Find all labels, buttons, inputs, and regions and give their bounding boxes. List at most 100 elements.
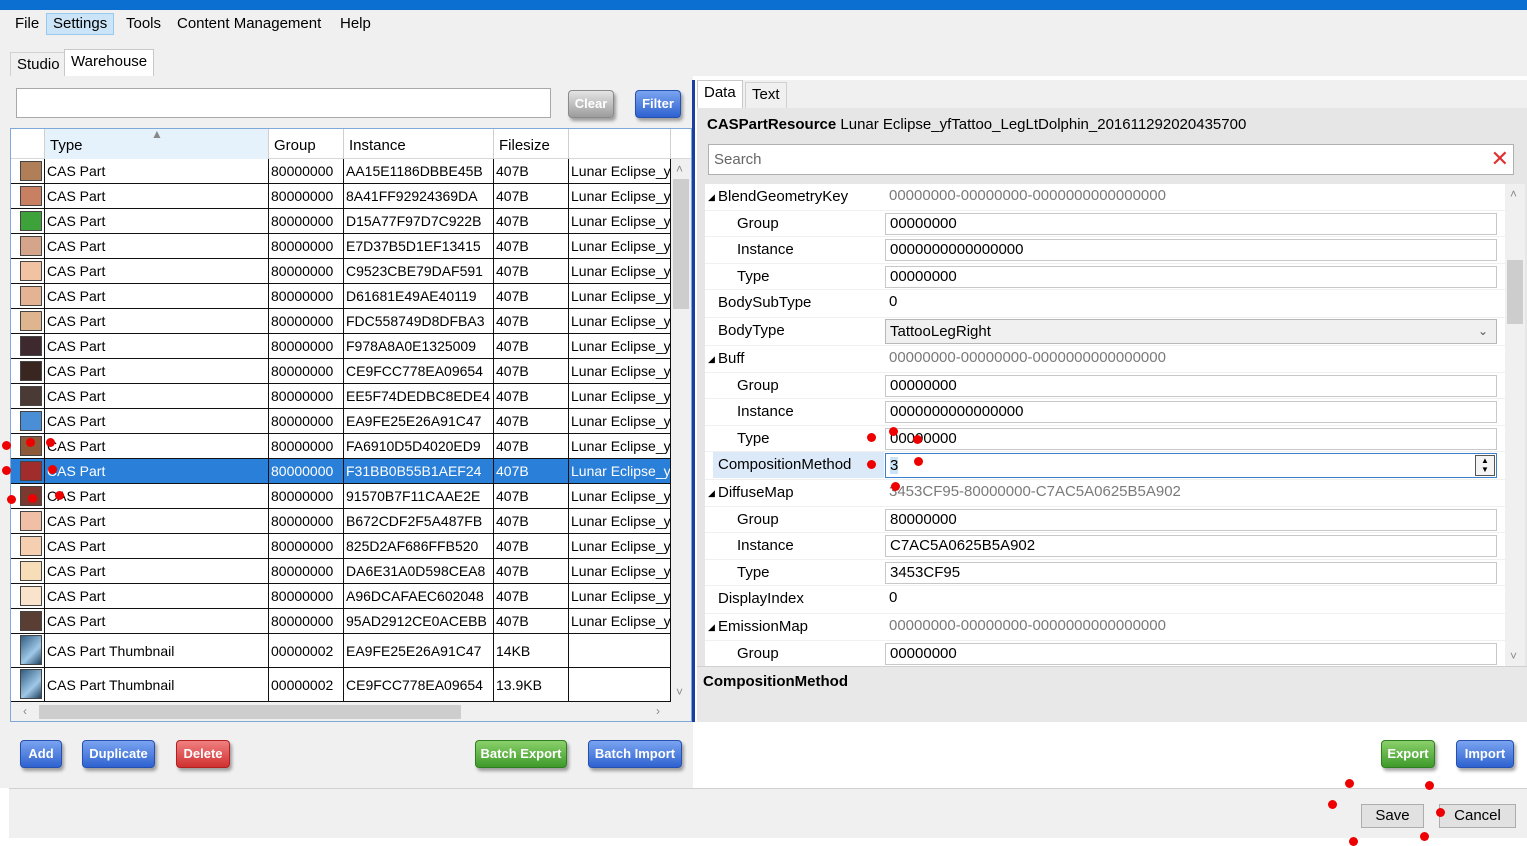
cancel-button[interactable]: Cancel (1439, 804, 1516, 828)
property-value[interactable]: 00000000 (885, 427, 1497, 450)
menu-file[interactable]: File (8, 13, 46, 35)
tab-data[interactable]: Data (697, 80, 743, 108)
menu-tools[interactable]: Tools (119, 13, 168, 35)
table-row[interactable]: CAS Part 80000000 FDC558749D8DFBA3 407B Luna… (11, 309, 671, 334)
scroll-up-icon[interactable]: ˄ (676, 162, 683, 176)
save-button[interactable]: Save (1361, 804, 1424, 828)
table-row[interactable]: CAS Part 80000000 AA15E1186DBBE45B 407B Luna… (11, 159, 671, 184)
color-swatch (20, 536, 42, 556)
header-group[interactable]: Group (269, 129, 344, 159)
tab-text[interactable]: Text (745, 82, 787, 108)
filter-button[interactable]: Filter (635, 90, 681, 118)
property-value[interactable]: 0000000000000000 (885, 401, 1497, 423)
property-value-text: 80000000 (890, 510, 957, 528)
table-row[interactable]: CAS Part 80000000 FA6910D5D4020ED9 407B Luna… (11, 434, 671, 459)
table-row[interactable]: CAS Part 80000000 C9523CBE79DAF591 407B Luna… (11, 259, 671, 284)
expand-triangle-icon[interactable]: ◢ (708, 184, 715, 210)
tab-studio[interactable]: Studio (10, 52, 67, 78)
property-value[interactable]: 00000000 (885, 642, 1497, 665)
menu-content-management[interactable]: Content Management (170, 13, 328, 35)
export-button[interactable]: Export (1381, 740, 1435, 768)
scroll-left-icon[interactable]: ‹ (23, 704, 27, 718)
table-row[interactable]: CAS Part 80000000 CE9FCC778EA09654 407B Luna… (11, 359, 671, 384)
property-value-text: 00000000 (890, 644, 957, 662)
property-value[interactable]: 80000000 (885, 508, 1497, 531)
table-row[interactable]: CAS Part 80000000 EA9FE25E26A91C47 407B Luna… (11, 409, 671, 434)
cell-group: 80000000 (269, 284, 344, 308)
property-value-text: 0000000000000000 (890, 241, 1024, 258)
import-button[interactable]: Import (1456, 740, 1514, 768)
filter-input[interactable] (16, 88, 551, 118)
marker-dot (913, 435, 922, 444)
duplicate-button[interactable]: Duplicate (82, 740, 155, 768)
add-button[interactable]: Add (20, 740, 62, 768)
table-row[interactable]: CAS Part 80000000 F31BB0B55B1AEF24 407B Luna… (11, 459, 671, 484)
scroll-right-icon[interactable]: › (656, 704, 660, 718)
table-row[interactable]: CAS Part 80000000 95AD2912CE0ACEBB 407B Luna… (11, 609, 671, 634)
table-row[interactable]: CAS Part Thumbnail 00000002 CE9FCC778EA096… (11, 668, 671, 702)
property-value[interactable]: C7AC5A0625B5A902 (885, 535, 1497, 557)
table-row[interactable]: CAS Part 80000000 8A41FF92924369DA 407B Luna… (11, 184, 671, 209)
table-row[interactable]: CAS Part 80000000 DA6E31A0D598CEA8 407B Luna… (11, 559, 671, 584)
menu-settings[interactable]: Settings (46, 13, 115, 35)
table-row[interactable]: CAS Part 80000000 D15A77F97D7C922B 407B Luna… (11, 209, 671, 234)
color-swatch (20, 336, 42, 356)
batch-import-button[interactable]: Batch Import (588, 740, 682, 768)
table-row[interactable]: CAS Part 80000000 EE5F74DEDBC8EDE4 407B Luna… (11, 384, 671, 409)
chevron-down-icon: ⌄ (1477, 324, 1488, 338)
clear-button[interactable]: Clear (568, 90, 614, 118)
scroll-thumb[interactable] (1507, 260, 1523, 324)
property-row: Instance 0000000000000000 (705, 237, 1505, 264)
delete-button[interactable]: Delete (176, 740, 230, 768)
property-search-input[interactable]: Search ✕ (708, 144, 1514, 175)
property-value[interactable]: 00000000 (885, 265, 1497, 288)
cell-divider (44, 609, 45, 633)
color-swatch (20, 511, 42, 531)
property-value[interactable]: 0000000000000000 (885, 239, 1497, 261)
property-value: 00000000-00000000-0000000000000000 (885, 616, 1497, 638)
property-value[interactable]: 00000000 (885, 212, 1497, 235)
grid-horizontal-scrollbar[interactable]: ‹ › (11, 702, 691, 721)
batch-export-button[interactable]: Batch Export (475, 740, 567, 768)
expand-triangle-icon[interactable]: ◢ (708, 614, 715, 640)
property-value[interactable]: 3453CF95 (885, 561, 1497, 584)
table-row[interactable]: CAS Part Thumbnail 00000002 EA9FE25E26A91C… (11, 634, 671, 668)
scroll-down-icon[interactable]: ˅ (676, 685, 683, 699)
table-row[interactable]: CAS Part 80000000 E7D37B5D1EF13415 407B Luna… (11, 234, 671, 259)
spin-arrows-icon[interactable]: ▲ ▼ (1475, 455, 1495, 476)
property-name: BlendGeometryKey (718, 188, 849, 205)
table-row[interactable]: CAS Part 80000000 91570B7F11CAAE2E 407B Luna… (11, 484, 671, 509)
cell-type: CAS Part (45, 434, 269, 458)
clear-search-icon[interactable]: ✕ (1491, 147, 1509, 171)
cell-type: CAS Part (45, 559, 269, 583)
table-row[interactable]: CAS Part 80000000 A96DCAFAEC602048 407B Luna… (11, 584, 671, 609)
header-filesize[interactable]: Filesize (494, 129, 569, 159)
scroll-thumb[interactable] (39, 705, 461, 719)
expand-triangle-icon[interactable]: ◢ (708, 480, 715, 506)
property-value[interactable]: 00000000 (885, 374, 1497, 397)
table-row[interactable]: CAS Part 80000000 B672CDF2F5A487FB 407B Luna… (11, 509, 671, 534)
property-scrollbar[interactable]: ˄ ˅ (1505, 184, 1525, 666)
cell-name: Lunar Eclipse_y (569, 234, 671, 258)
resource-editor-panel: Data Text CASPartResource Lunar Eclipse_… (697, 80, 1527, 722)
property-value-text: 3453CF95 (890, 563, 961, 581)
table-row[interactable]: CAS Part 80000000 825D2AF686FFB520 407B Luna… (11, 534, 671, 559)
scroll-thumb[interactable] (673, 179, 689, 309)
cell-divider (44, 559, 45, 583)
table-row[interactable]: CAS Part 80000000 D61681E49AE40119 407B Luna… (11, 284, 671, 309)
scroll-up-icon[interactable]: ˄ (1510, 187, 1517, 201)
pane-splitter[interactable] (692, 80, 695, 722)
grid-vertical-scrollbar[interactable]: ˄ ˅ (671, 159, 691, 702)
marker-dot (914, 457, 923, 466)
expand-triangle-icon[interactable]: ◢ (708, 346, 715, 372)
cell-instance: D15A77F97D7C922B (344, 209, 494, 233)
property-row: ◢ DiffuseMap 3453CF95-80000000-C7AC5A0625B… (705, 480, 1505, 507)
composition-method-spinner[interactable]: 3 ▲ ▼ (885, 453, 1497, 478)
thumbnail-image (20, 669, 42, 699)
scroll-down-icon[interactable]: ˅ (1510, 649, 1517, 663)
header-instance[interactable]: Instance (344, 129, 494, 159)
table-row[interactable]: CAS Part 80000000 F978A8A0E1325009 407B Luna… (11, 334, 671, 359)
menu-help[interactable]: Help (333, 13, 378, 35)
tab-warehouse[interactable]: Warehouse (64, 49, 155, 78)
bodytype-select[interactable]: TattooLegRight ⌄ (885, 319, 1497, 344)
